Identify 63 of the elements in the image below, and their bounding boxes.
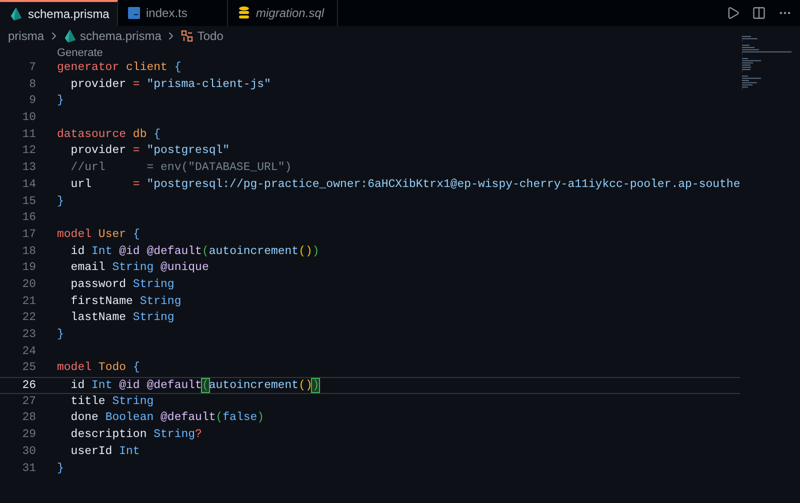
line-number: 26 bbox=[22, 378, 36, 393]
line-number: 25 bbox=[22, 360, 36, 376]
code-line: } bbox=[57, 327, 64, 343]
line-number: 7 bbox=[29, 60, 36, 76]
code-line: model User { bbox=[57, 226, 140, 243]
breadcrumb-item[interactable]: Todo bbox=[197, 27, 224, 45]
line-number: 19 bbox=[22, 260, 36, 276]
line-number: 14 bbox=[22, 176, 36, 193]
triangle-icon bbox=[64, 29, 76, 43]
triangle-icon bbox=[10, 7, 22, 21]
code-line: email String @unique bbox=[70, 260, 209, 276]
line-number: 23 bbox=[22, 327, 36, 343]
tab-label: migration.sql bbox=[256, 5, 324, 22]
line-number: 20 bbox=[22, 276, 36, 293]
code-line: provider = "postgresql" bbox=[70, 143, 230, 160]
line-number: 28 bbox=[22, 410, 36, 426]
line-number: 21 bbox=[22, 294, 36, 310]
run-icon[interactable] bbox=[726, 6, 740, 20]
line-number: 30 bbox=[22, 444, 36, 460]
line-number: 10 bbox=[22, 110, 36, 126]
tab-label: schema.prisma bbox=[28, 6, 110, 23]
codelens-link[interactable]: Generate bbox=[57, 48, 103, 58]
code-line: generator client { bbox=[57, 60, 182, 76]
line-number: 15 bbox=[22, 194, 36, 210]
code-line: id Int @id @default(autoincrement()) bbox=[70, 378, 320, 393]
code-line: firstName String bbox=[70, 294, 182, 310]
split-editor-icon[interactable] bbox=[752, 6, 766, 20]
tab-label: index.ts bbox=[146, 5, 188, 22]
code-line: } bbox=[57, 93, 64, 110]
line-number: 27 bbox=[22, 394, 36, 410]
line-number: 22 bbox=[22, 310, 36, 326]
code-line: } bbox=[57, 194, 64, 210]
code-line: url = "postgresql://pg-practice_owner:6aHCXibKtrx1@ep-wispy-cherry-a11iykcc-pooler.ap-southe bbox=[70, 176, 740, 193]
code-line: id Int @id @default(autoincrement()) bbox=[70, 244, 320, 260]
code-line: provider = "prisma-client-js" bbox=[70, 76, 271, 93]
code-line: model Todo { bbox=[57, 360, 140, 376]
line-number: 12 bbox=[22, 143, 36, 160]
line-number: 29 bbox=[22, 427, 36, 444]
breadcrumb-item[interactable]: prisma bbox=[8, 27, 44, 45]
code-line: password String bbox=[70, 276, 174, 293]
code-line: //url = env("DATABASE_URL") bbox=[70, 160, 292, 176]
line-number: 31 bbox=[22, 460, 36, 476]
code-line: datasource db { bbox=[57, 126, 161, 143]
line-number: 16 bbox=[22, 210, 36, 226]
code-line: title String bbox=[70, 394, 154, 410]
structure-icon bbox=[181, 30, 194, 42]
line-number: 18 bbox=[22, 244, 36, 260]
line-number: 17 bbox=[22, 226, 36, 243]
line-number: 9 bbox=[29, 93, 36, 110]
ts-file-icon bbox=[128, 7, 140, 19]
database-icon bbox=[238, 6, 250, 20]
code-line: lastName String bbox=[70, 310, 174, 326]
line-number: 11 bbox=[22, 126, 36, 143]
editor-tab[interactable]: schema.prisma bbox=[0, 0, 118, 26]
editor-tab[interactable]: index.ts bbox=[118, 0, 228, 26]
line-number: 13 bbox=[22, 160, 36, 176]
breadcrumb-item[interactable]: schema.prisma bbox=[80, 27, 162, 45]
code-line: done Boolean @default(false) bbox=[70, 410, 264, 426]
code-line: userId Int bbox=[70, 444, 140, 460]
line-number: 24 bbox=[22, 344, 36, 360]
code-line: } bbox=[57, 460, 64, 476]
code-line: description String? bbox=[70, 427, 202, 444]
line-number: 8 bbox=[29, 76, 36, 93]
